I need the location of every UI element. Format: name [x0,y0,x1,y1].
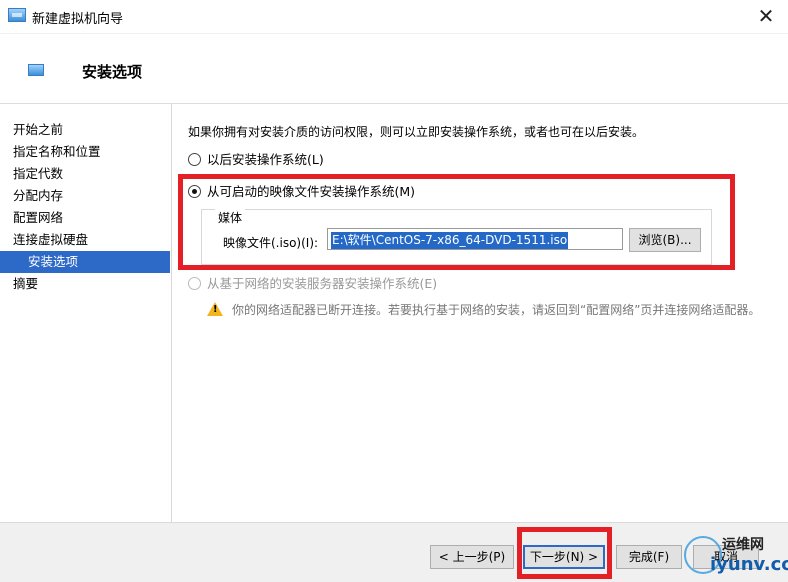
install-intro-text: 如果你拥有对安装介质的访问权限，则可以立即安装操作系统，或者也可在以后安装。 [188,125,645,139]
iso-file-value: E:\软件\CentOS-7-x86_64-DVD-1511.iso [331,232,569,249]
iso-file-input[interactable]: E:\软件\CentOS-7-x86_64-DVD-1511.iso [327,228,623,250]
previous-button[interactable]: < 上一步(P) [430,545,514,569]
close-button[interactable]: ✕ [744,0,788,34]
wizard-header: 安装选项 [0,34,788,104]
sidebar-item-network[interactable]: 配置网络 [0,207,170,229]
watermark-bottom-text: iyunv.com [710,554,788,575]
sidebar-item-summary[interactable]: 摘要 [0,273,170,295]
annotation-box-next-button [517,527,612,579]
app-monitor-icon [8,8,26,22]
wizard-footer: < 上一步(P) 下一步(N) > 完成(F) 取消 [0,522,788,582]
install-later-radio[interactable] [188,153,201,166]
wizard-step-sidebar: 开始之前 指定名称和位置 指定代数 分配内存 配置网络 连接虚拟硬盘 安装选项 … [0,104,172,522]
sidebar-item-memory[interactable]: 分配内存 [0,185,170,207]
network-install-option: 从基于网络的安装服务器安装操作系统(E) [188,275,437,293]
media-group: 媒体 映像文件(.iso)(I): E:\软件\CentOS-7-x86_64-… [201,209,712,265]
page-monitor-icon [28,64,44,76]
network-warning-text: 你的网络适配器已断开连接。若要执行基于网络的安装，请返回到“配置网络”页并连接网… [232,303,761,317]
sidebar-item-generation[interactable]: 指定代数 [0,163,170,185]
iso-file-label: 映像文件(.iso)(I): [223,236,319,250]
install-later-label: 以后安装操作系统(L) [207,152,324,167]
title-bar: 新建虚拟机向导 ✕ [0,0,788,34]
network-install-label: 从基于网络的安装服务器安装操作系统(E) [207,276,438,291]
sidebar-item-before-start[interactable]: 开始之前 [0,119,170,141]
watermark-top-text: 运维网 [722,537,764,553]
window-title: 新建虚拟机向导 [32,12,124,27]
page-title: 安装选项 [82,63,143,81]
sidebar-item-virtual-disk[interactable]: 连接虚拟硬盘 [0,229,170,251]
install-later-option[interactable]: 以后安装操作系统(L) [188,151,324,169]
warning-icon [207,302,223,316]
browse-button[interactable]: 浏览(B)... [629,228,701,252]
network-install-radio [188,277,201,290]
media-legend: 媒体 [215,209,246,226]
finish-button[interactable]: 完成(F) [616,545,682,569]
sidebar-item-name-location[interactable]: 指定名称和位置 [0,141,170,163]
sidebar-item-install-options[interactable]: 安装选项 [0,251,170,273]
site-watermark: 运维网 iyunv.com [684,532,788,576]
